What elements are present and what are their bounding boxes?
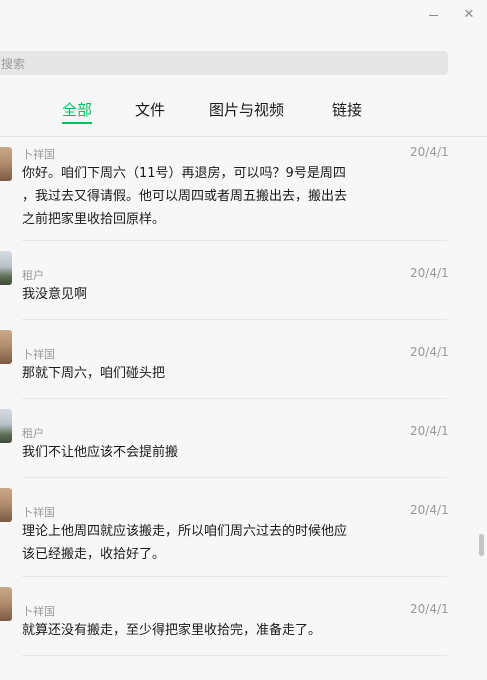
message-date: 20/4/1 [410, 602, 449, 616]
tab-media[interactable]: 图片与视频 [209, 100, 284, 120]
minimize-icon[interactable] [415, 0, 451, 28]
sender-name: 租户 [22, 427, 44, 440]
message-list: 卜祥国 20/4/1 你好。咱们下周六（11号）再退房，可以吗？9号是周四 ，我… [0, 137, 487, 656]
tab-links[interactable]: 链接 [332, 100, 362, 120]
avatar[interactable] [0, 488, 12, 522]
list-item[interactable]: 卜祥国 20/4/1 你好。咱们下周六（11号）再退房，可以吗？9号是周四 ，我… [0, 137, 449, 241]
avatar[interactable] [0, 409, 12, 443]
list-item[interactable]: 卜祥国 20/4/1 理论上他周四就应该搬走，所以咱们周六过去的时候他应 该已经… [0, 478, 449, 577]
avatar[interactable] [0, 147, 12, 181]
close-icon[interactable]: ✕ [451, 0, 487, 28]
tab-files[interactable]: 文件 [135, 100, 165, 120]
avatar[interactable] [0, 587, 12, 621]
sender-name: 卜祥国 [22, 148, 55, 161]
list-item[interactable]: 卜祥国 20/4/1 就算还没有搬走，至少得把家里收拾完，准备走了。 [0, 577, 449, 656]
sender-name: 卜祥国 [22, 605, 55, 618]
search-input[interactable]: 搜索 [0, 51, 448, 75]
window-controls: ✕ [415, 0, 487, 28]
scrollbar[interactable] [479, 534, 484, 556]
sender-name: 租户 [22, 269, 44, 282]
message-content: 理论上他周四就应该搬走，所以咱们周六过去的时候他应 该已经搬走，收拾好了。 [22, 524, 348, 562]
message-content: 我们不让他应该不会提前搬 [22, 445, 179, 460]
list-item[interactable]: 卜祥国 20/4/1 那就下周六，咱们碰头把 [0, 320, 449, 399]
message-content: 就算还没有搬走，至少得把家里收拾完，准备走了。 [22, 623, 322, 638]
message-date: 20/4/1 [410, 266, 449, 280]
tab-all[interactable]: 全部 [62, 100, 93, 124]
message-date: 20/4/1 [410, 345, 449, 359]
message-date: 20/4/1 [410, 145, 449, 159]
message-date: 20/4/1 [410, 424, 449, 438]
message-content: 你好。咱们下周六（11号）再退房，可以吗？9号是周四 ，我过去又得请假。他可以周… [22, 166, 348, 227]
tab-bar: 全部 文件 图片与视频 链接 [0, 100, 487, 126]
avatar[interactable] [0, 330, 12, 364]
sender-name: 卜祥国 [22, 506, 55, 519]
list-item[interactable]: 租户 20/4/1 我们不让他应该不会提前搬 [0, 399, 449, 478]
message-content: 那就下周六，咱们碰头把 [22, 366, 166, 381]
list-item[interactable]: 租户 20/4/1 我没意见啊 [0, 241, 449, 320]
sender-name: 卜祥国 [22, 348, 55, 361]
message-content: 我没意见啊 [22, 287, 88, 302]
search-placeholder: 搜索 [1, 56, 26, 71]
message-date: 20/4/1 [410, 503, 449, 517]
avatar[interactable] [0, 251, 12, 285]
